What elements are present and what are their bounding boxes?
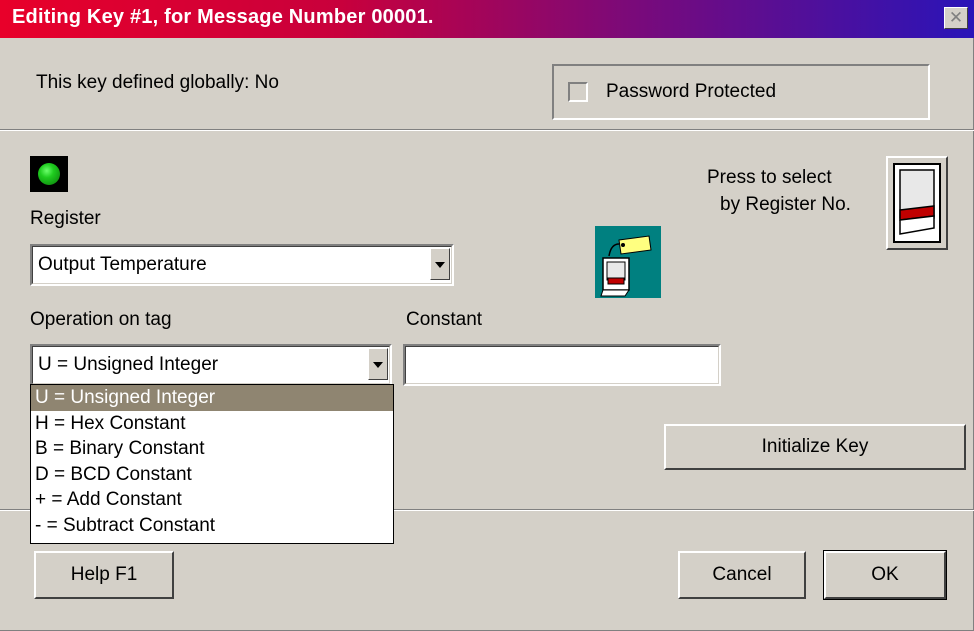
password-protected-checkbox[interactable]: Password Protected (552, 64, 930, 120)
window-title: Editing Key #1, for Message Number 00001… (12, 6, 434, 28)
separator-top (0, 129, 974, 131)
dialog-window: Editing Key #1, for Message Number 00001… (0, 0, 974, 631)
tagged-key-icon[interactable] (595, 226, 661, 298)
list-item[interactable]: D = BCD Constant (31, 462, 393, 488)
operation-label: Operation on tag (30, 309, 172, 330)
list-item[interactable]: - = Subtract Constant (31, 513, 393, 539)
checkbox-box[interactable] (568, 82, 588, 102)
dropdown-arrow-icon[interactable] (368, 348, 388, 380)
constant-label: Constant (406, 309, 483, 330)
title-bar[interactable]: Editing Key #1, for Message Number 00001… (0, 0, 974, 38)
global-info-text: This key defined globally: No (36, 72, 279, 93)
initialize-key-button[interactable]: Initialize Key (664, 424, 966, 470)
operation-select-value: U = Unsigned Integer (38, 354, 219, 375)
select-by-register-hint-2: by Register No. (720, 194, 851, 215)
dropdown-arrow-icon[interactable] (430, 248, 450, 280)
select-by-register-hint-1: Press to select (707, 167, 832, 188)
help-button[interactable]: Help F1 (34, 551, 174, 599)
list-item[interactable]: H = Hex Constant (31, 411, 393, 437)
register-select[interactable]: Output Temperature (30, 244, 454, 286)
led-indicator-icon (30, 156, 68, 192)
list-item[interactable]: U = Unsigned Integer (31, 385, 393, 411)
register-label: Register (30, 208, 101, 229)
password-protected-label: Password Protected (606, 81, 777, 102)
register-select-value: Output Temperature (38, 254, 207, 275)
cancel-button[interactable]: Cancel (678, 551, 806, 599)
ok-button[interactable]: OK (823, 550, 947, 600)
list-item[interactable]: B = Binary Constant (31, 436, 393, 462)
constant-input[interactable] (403, 344, 721, 386)
close-icon[interactable]: ✕ (944, 7, 968, 29)
operation-select[interactable]: U = Unsigned Integer (30, 344, 392, 386)
operation-dropdown-list[interactable]: U = Unsigned Integer H = Hex Constant B … (30, 384, 394, 544)
list-item[interactable]: + = Add Constant (31, 487, 393, 513)
switch-icon[interactable] (886, 156, 948, 250)
